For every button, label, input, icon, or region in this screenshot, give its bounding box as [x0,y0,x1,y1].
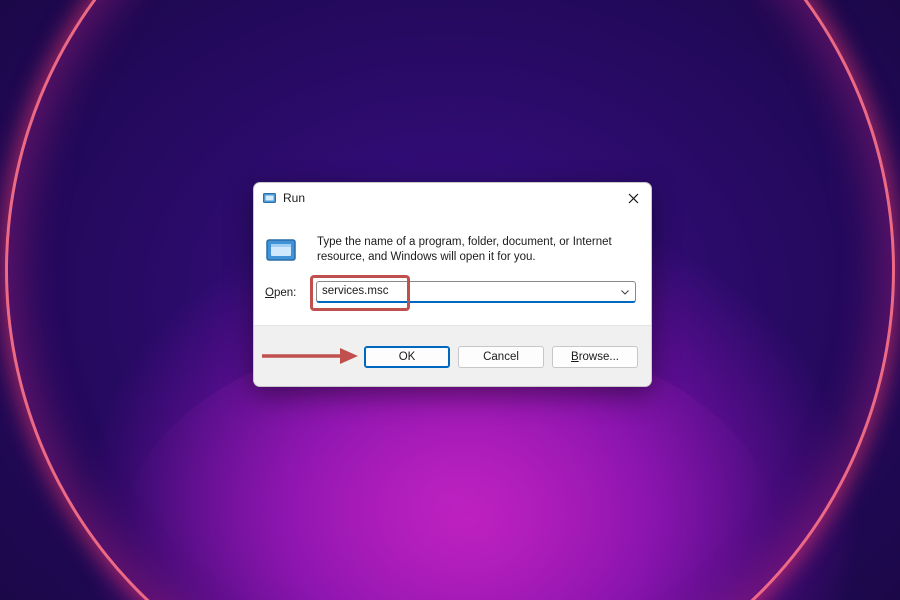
chevron-down-icon[interactable] [619,286,631,298]
open-label-access-key: O [265,287,274,299]
open-input[interactable]: services.msc [322,285,388,297]
dialog-title: Run [283,191,306,205]
cancel-button[interactable]: Cancel [458,346,544,368]
close-icon [628,193,638,203]
run-icon [263,193,276,203]
run-icon [266,239,296,261]
open-combobox[interactable]: services.msc [316,281,636,303]
dialog-description: Type the name of a program, folder, docu… [317,236,612,263]
text-caret [409,285,410,299]
close-button[interactable] [619,186,647,210]
open-label: Open: [265,287,296,299]
open-label-text: pen: [273,287,297,299]
arrow-right-icon [262,348,358,364]
ok-button[interactable]: OK [364,346,450,368]
title-bar: Run [254,183,651,213]
browse-button[interactable]: Browse... [552,346,638,368]
browse-access-key: B [571,351,579,363]
browse-button-text: rowse... [578,351,619,363]
